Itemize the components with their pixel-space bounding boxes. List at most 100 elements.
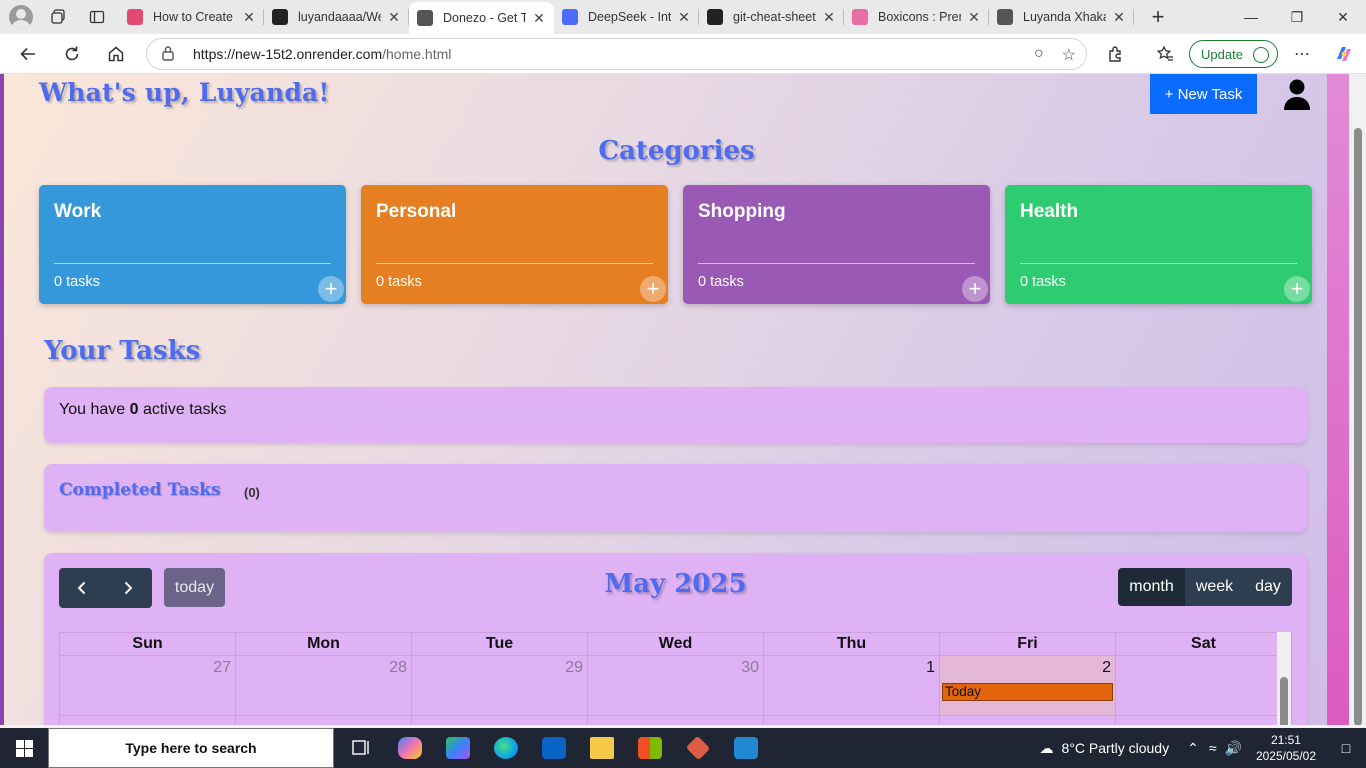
add-task-plus-icon[interactable]: +	[1284, 276, 1310, 302]
volume-icon[interactable]: 🔊	[1225, 740, 1242, 757]
update-button[interactable]: Update	[1189, 40, 1278, 68]
categories-heading: Categories	[598, 136, 755, 166]
calendar-day-cell[interactable]: 27	[60, 656, 236, 715]
tab-close-icon[interactable]: ✕	[1112, 9, 1126, 26]
workspaces-icon[interactable]	[47, 5, 71, 29]
taskbar-search-box[interactable]: Type here to search	[48, 728, 334, 768]
browser-tab[interactable]: luyandaaaa/We ✕	[264, 0, 409, 34]
add-task-plus-icon[interactable]: +	[318, 276, 344, 302]
day-number[interactable]: 29	[565, 659, 583, 677]
tab-title: Luyanda Xhaka	[1023, 10, 1106, 24]
extensions-icon[interactable]	[1100, 38, 1132, 70]
browser-tab[interactable]: DeepSeek - Into ✕	[554, 0, 699, 34]
calendar-day-cell[interactable]: 1	[764, 656, 940, 715]
donezo-page: What's up, Luyanda! + New Task Categorie…	[4, 74, 1349, 725]
git-app-icon[interactable]	[674, 728, 722, 768]
new-tab-button[interactable]: +	[1146, 4, 1170, 30]
tab-title: How to Create a	[153, 10, 236, 24]
completed-tasks-heading[interactable]: Completed Tasks	[59, 480, 220, 500]
clock[interactable]: 21:51 2025/05/02	[1256, 732, 1316, 764]
tab-close-icon[interactable]: ✕	[822, 9, 836, 26]
view-week-button[interactable]: week	[1185, 568, 1244, 606]
calendar-day-cell-today[interactable]: 2 Today	[940, 656, 1116, 715]
minimize-button[interactable]: —	[1228, 0, 1274, 34]
category-card-health[interactable]: Health 0 tasks +	[1005, 185, 1312, 304]
browser-tab[interactable]: Boxicons : Prem ✕	[844, 0, 989, 34]
day-number[interactable]: 28	[389, 659, 407, 677]
new-task-button[interactable]: + New Task	[1150, 74, 1257, 114]
browser-tab[interactable]: Luyanda Xhaka ✕	[989, 0, 1134, 34]
url-text[interactable]: https://new-15t2.onrender.com/home.html	[193, 46, 451, 62]
weekday-header: Sun	[60, 633, 236, 655]
weather-icon[interactable]: ☁	[1040, 740, 1054, 757]
tab-actions-icon[interactable]	[85, 5, 109, 29]
view-day-button[interactable]: day	[1244, 568, 1292, 606]
weekday-header: Tue	[412, 633, 588, 655]
day-number[interactable]: 2	[1102, 659, 1111, 677]
calendar-week-row: 27 28 29 30 1 2 Today3	[59, 656, 1292, 716]
microsoft-store-icon[interactable]	[626, 728, 674, 768]
calendar-day-cell[interactable]: 28	[236, 656, 412, 715]
task-view-icon[interactable]	[338, 728, 386, 768]
home-button[interactable]	[100, 38, 132, 70]
outlook-icon[interactable]	[530, 728, 578, 768]
tab-favicon-icon	[997, 9, 1013, 25]
day-number[interactable]: 30	[741, 659, 759, 677]
day-number[interactable]: 27	[213, 659, 231, 677]
user-profile-icon[interactable]	[1283, 78, 1311, 110]
more-options-icon[interactable]: ⋯	[1286, 38, 1318, 70]
tab-close-icon[interactable]: ✕	[967, 9, 981, 26]
tab-close-icon[interactable]: ✕	[242, 9, 256, 26]
windows-logo-icon	[15, 739, 33, 757]
network-icon[interactable]: ≈	[1209, 740, 1217, 756]
copilot-app-icon[interactable]	[386, 728, 434, 768]
start-button[interactable]	[0, 728, 48, 768]
today-event[interactable]: Today	[942, 683, 1113, 701]
restore-button[interactable]: ❐	[1274, 0, 1320, 34]
profile-avatar-icon[interactable]	[9, 5, 33, 29]
calendar-day-cell[interactable]: 3	[1116, 656, 1292, 715]
reading-mode-icon[interactable]: ○	[1034, 45, 1044, 65]
lock-icon[interactable]	[161, 45, 177, 64]
edge-browser-icon[interactable]	[482, 728, 530, 768]
day-number[interactable]: 1	[926, 659, 935, 677]
category-card-work[interactable]: Work 0 tasks +	[39, 185, 346, 304]
category-name: Personal	[376, 201, 457, 222]
tab-close-icon[interactable]: ✕	[677, 9, 691, 26]
add-task-plus-icon[interactable]: +	[962, 276, 988, 302]
tab-title: DeepSeek - Into	[588, 10, 671, 24]
vscode-icon[interactable]	[722, 728, 770, 768]
tab-close-icon[interactable]: ✕	[532, 10, 546, 27]
page-scrollbar[interactable]	[1349, 74, 1366, 725]
active-task-count: 0	[129, 401, 139, 418]
browser-tab[interactable]: git-cheat-sheet- ✕	[699, 0, 844, 34]
browser-tab[interactable]: How to Create a ✕	[119, 0, 264, 34]
tab-favicon-icon	[562, 9, 578, 25]
address-bar[interactable]: https://new-15t2.onrender.com/home.html …	[146, 38, 1087, 70]
file-explorer-icon[interactable]	[578, 728, 626, 768]
close-window-button[interactable]: ✕	[1320, 0, 1366, 34]
notifications-icon[interactable]: □	[1326, 740, 1366, 756]
view-month-button[interactable]: month	[1118, 568, 1185, 606]
calendar-day-cell[interactable]: 30	[588, 656, 764, 715]
m365-app-icon[interactable]	[434, 728, 482, 768]
completed-tasks-panel[interactable]: Completed Tasks (0)	[44, 464, 1307, 532]
category-card-personal[interactable]: Personal 0 tasks +	[361, 185, 668, 304]
back-button[interactable]	[12, 38, 44, 70]
tab-favicon-icon	[417, 10, 433, 26]
category-card-shopping[interactable]: Shopping 0 tasks +	[683, 185, 990, 304]
favorite-star-icon[interactable]: ☆	[1062, 45, 1076, 65]
add-task-plus-icon[interactable]: +	[640, 276, 666, 302]
calendar-scrollbar[interactable]	[1277, 632, 1291, 725]
tab-favicon-icon	[707, 9, 723, 25]
calendar-panel: today May 2025 month week day Sun Mon Tue W…	[44, 553, 1307, 725]
calendar-day-cell[interactable]: 29	[412, 656, 588, 715]
refresh-button[interactable]	[56, 38, 88, 70]
weather-text[interactable]: 8°C Partly cloudy	[1062, 740, 1170, 756]
tab-title: luyandaaaa/We	[298, 10, 381, 24]
show-hidden-icons-icon[interactable]: ⌃	[1187, 740, 1199, 757]
favorites-icon[interactable]	[1149, 38, 1181, 70]
tab-close-icon[interactable]: ✕	[387, 9, 401, 26]
copilot-icon[interactable]	[1328, 38, 1360, 70]
browser-tab[interactable]: Donezo - Get Th ✕	[409, 2, 554, 34]
